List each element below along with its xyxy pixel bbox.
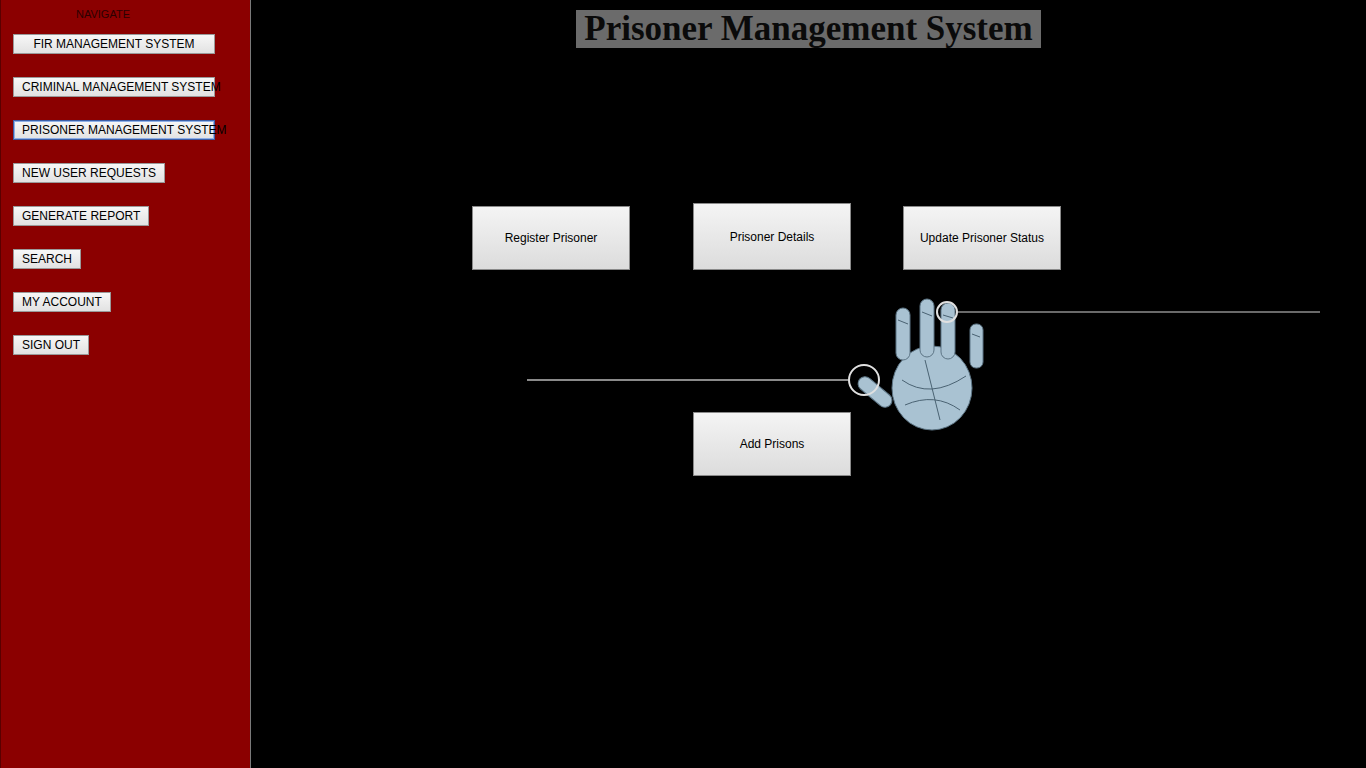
sidebar-item[interactable]: MY ACCOUNT [13,292,111,312]
sidebar-item[interactable]: SEARCH [13,249,81,269]
sidebar: NAVIGATE FIR MANAGEMENT SYSTEM CRIMINAL MA… [0,0,251,768]
action-button[interactable]: Add Prisons [693,412,851,476]
main-panel: Prisoner Management System Register Priso… [251,0,1366,768]
sidebar-item[interactable]: FIR MANAGEMENT SYSTEM [13,34,215,54]
sidebar-heading: NAVIGATE [13,8,193,20]
sidebar-item[interactable]: CRIMINAL MANAGEMENT SYSTEM [13,77,215,97]
sidebar-item[interactable]: SIGN OUT [13,335,89,355]
sidebar-item[interactable]: PRISONER MANAGEMENT SYSTEM [13,120,215,140]
action-board: Register Prisoner Prisoner Details Update … [472,206,1061,476]
sidebar-item[interactable]: GENERATE REPORT [13,206,149,226]
action-button[interactable]: Update Prisoner Status [903,206,1061,270]
sidebar-list: FIR MANAGEMENT SYSTEM CRIMINAL MANAGEMENT… [13,34,215,355]
action-button[interactable]: Prisoner Details [693,203,851,270]
sidebar-item[interactable]: NEW USER REQUESTS [13,163,165,183]
app-window: NAVIGATE FIR MANAGEMENT SYSTEM CRIMINAL MA… [0,0,1366,768]
page-title: Prisoner Management System [576,10,1040,48]
action-button[interactable]: Register Prisoner [472,206,630,270]
handprint-icon [251,0,1366,768]
